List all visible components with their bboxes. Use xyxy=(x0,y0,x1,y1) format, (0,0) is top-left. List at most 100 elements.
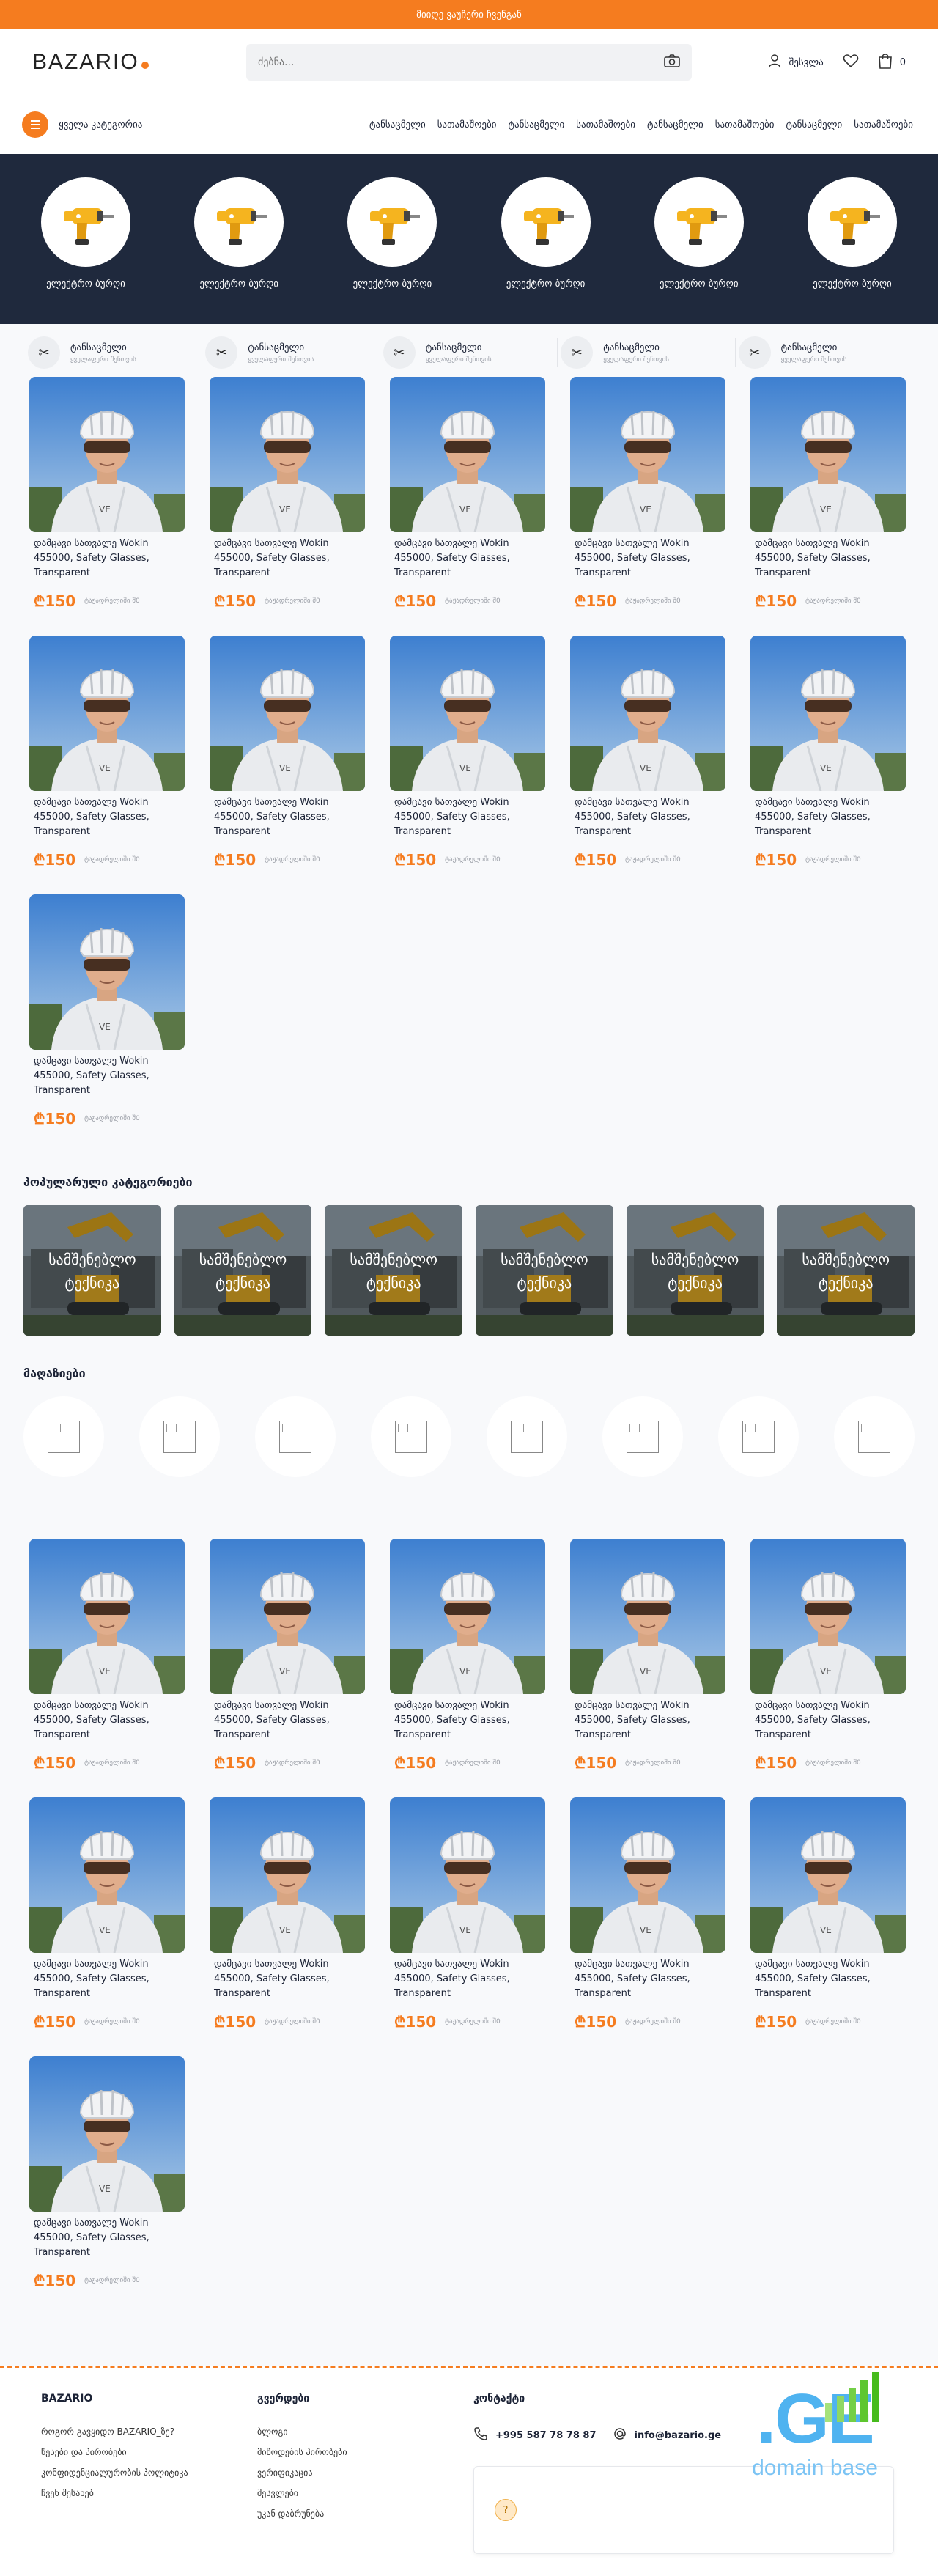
footer-link[interactable]: შესვლები xyxy=(257,2488,473,2498)
product-name[interactable]: დამცავი სათვალე Wokin 455000, Safety Gla… xyxy=(29,795,185,841)
product-card[interactable]: VE დამცავი სათვალე Wokin 455000, Safety G… xyxy=(570,377,725,636)
product-image[interactable]: VE xyxy=(210,636,365,791)
camera-icon[interactable] xyxy=(664,54,680,70)
product-card[interactable]: VE დამცავი სათვალე Wokin 455000, Safety G… xyxy=(750,1539,906,1797)
product-image[interactable]: VE xyxy=(570,1539,725,1694)
product-name[interactable]: დამცავი სათვალე Wokin 455000, Safety Gla… xyxy=(390,537,545,582)
phone-link[interactable]: +995 587 78 78 87 xyxy=(473,2426,597,2444)
product-image[interactable]: VE xyxy=(750,1797,906,1953)
product-image[interactable]: VE xyxy=(570,377,725,532)
hero-category-item[interactable]: ელექტრო ბურღი xyxy=(23,177,148,324)
product-card[interactable]: VE დამცავი სათვალე Wokin 455000, Safety G… xyxy=(29,2056,185,2315)
product-card[interactable]: VE დამცავი სათვალე Wokin 455000, Safety G… xyxy=(570,1797,725,2056)
domain-badge[interactable]: .GE domain base xyxy=(742,2372,888,2481)
product-name[interactable]: დამცავი სათვალე Wokin 455000, Safety Gla… xyxy=(750,795,906,841)
help-icon[interactable]: ? xyxy=(494,2499,517,2521)
product-card[interactable]: VE დამცავი სათვალე Wokin 455000, Safety G… xyxy=(750,1797,906,2056)
login-button[interactable]: შესვლა xyxy=(768,54,824,71)
feature-item[interactable]: ✂ ტანსაცმელი ყველაფერი შენთვის xyxy=(380,336,558,369)
feature-item[interactable]: ✂ ტანსაცმელი ყველაფერი შენთვის xyxy=(736,336,913,369)
footer-link[interactable]: ჩვენ შესახებ xyxy=(41,2488,257,2498)
category-link[interactable]: სათამაშოები xyxy=(576,119,635,130)
product-image[interactable]: VE xyxy=(29,377,185,532)
product-image[interactable]: VE xyxy=(390,1797,545,1953)
popular-category-card[interactable]: სამშენებლო ტექნიკა xyxy=(777,1205,915,1336)
hero-category-item[interactable]: ელექტრო ბურღი xyxy=(330,177,454,324)
product-image[interactable]: VE xyxy=(210,377,365,532)
product-name[interactable]: დამცავი სათვალე Wokin 455000, Safety Gla… xyxy=(390,1957,545,2003)
product-name[interactable]: დამცავი სათვალე Wokin 455000, Safety Gla… xyxy=(29,2216,185,2262)
footer-link[interactable]: ვერიფიკაცია xyxy=(257,2468,473,2478)
all-categories-button[interactable]: ყველა კატეგორია xyxy=(22,111,142,138)
product-name[interactable]: დამცავი სათვალე Wokin 455000, Safety Gla… xyxy=(570,1957,725,2003)
product-image[interactable]: VE xyxy=(750,636,906,791)
product-image[interactable]: VE xyxy=(29,2056,185,2212)
product-image[interactable]: VE xyxy=(29,894,185,1050)
popular-category-card[interactable]: სამშენებლო ტექნიკა xyxy=(23,1205,161,1336)
popular-category-card[interactable]: სამშენებლო ტექნიკა xyxy=(325,1205,463,1336)
product-image[interactable]: VE xyxy=(29,1539,185,1694)
product-card[interactable]: VE დამცავი სათვალე Wokin 455000, Safety G… xyxy=(210,1797,365,2056)
product-card[interactable]: VE დამცავი სათვალე Wokin 455000, Safety G… xyxy=(390,1539,545,1797)
store-logo[interactable] xyxy=(718,1396,799,1477)
product-name[interactable]: დამცავი სათვალე Wokin 455000, Safety Gla… xyxy=(570,1699,725,1744)
footer-link[interactable]: როგორ გავყიდო BAZARIO_ზე? xyxy=(41,2426,257,2437)
product-image[interactable]: VE xyxy=(29,636,185,791)
product-image[interactable]: VE xyxy=(29,1797,185,1953)
footer-link[interactable]: უკან დაბრუნება xyxy=(257,2509,473,2519)
product-card[interactable]: VE დამცავი სათვალე Wokin 455000, Safety G… xyxy=(750,636,906,894)
popular-category-card[interactable]: სამშენებლო ტექნიკა xyxy=(626,1205,764,1336)
feature-item[interactable]: ✂ ტანსაცმელი ყველაფერი შენთვის xyxy=(202,336,380,369)
product-name[interactable]: დამცავი სათვალე Wokin 455000, Safety Gla… xyxy=(750,537,906,582)
product-name[interactable]: დამცავი სათვალე Wokin 455000, Safety Gla… xyxy=(750,1957,906,2003)
store-logo[interactable] xyxy=(139,1396,220,1477)
product-card[interactable]: VE დამცავი სათვალე Wokin 455000, Safety G… xyxy=(570,1539,725,1797)
popular-category-card[interactable]: სამშენებლო ტექნიკა xyxy=(476,1205,613,1336)
footer-link[interactable]: კონფიდენციალურობის პოლიტიკა xyxy=(41,2468,257,2478)
category-link[interactable]: ტანსაცმელი xyxy=(647,119,704,130)
promo-topbar[interactable]: მიიღე ვაუჩერი ჩვენგან xyxy=(0,0,938,29)
product-image[interactable]: VE xyxy=(570,1797,725,1953)
product-image[interactable]: VE xyxy=(570,636,725,791)
product-name[interactable]: დამცავი სათვალე Wokin 455000, Safety Gla… xyxy=(390,1699,545,1744)
store-logo[interactable] xyxy=(834,1396,915,1477)
product-name[interactable]: დამცავი სათვალე Wokin 455000, Safety Gla… xyxy=(210,1957,365,2003)
product-card[interactable]: VE დამცავი სათვალე Wokin 455000, Safety G… xyxy=(29,1539,185,1797)
product-card[interactable]: VE დამცავი სათვალე Wokin 455000, Safety G… xyxy=(210,1539,365,1797)
store-logo[interactable] xyxy=(255,1396,336,1477)
store-logo[interactable] xyxy=(371,1396,451,1477)
product-image[interactable]: VE xyxy=(390,1539,545,1694)
product-name[interactable]: დამცავი სათვალე Wokin 455000, Safety Gla… xyxy=(29,1957,185,2003)
logo[interactable]: BAZARIO xyxy=(32,50,246,75)
product-name[interactable]: დამცავი სათვალე Wokin 455000, Safety Gla… xyxy=(210,795,365,841)
product-image[interactable]: VE xyxy=(210,1797,365,1953)
hero-category-item[interactable]: ელექტრო ბურღი xyxy=(484,177,608,324)
product-card[interactable]: VE დამცავი სათვალე Wokin 455000, Safety G… xyxy=(29,1797,185,2056)
category-link[interactable]: სათამაშოები xyxy=(715,119,775,130)
product-card[interactable]: VE დამცავი სათვალე Wokin 455000, Safety G… xyxy=(29,636,185,894)
product-image[interactable]: VE xyxy=(750,377,906,532)
hero-category-item[interactable]: ელექტრო ბურღი xyxy=(790,177,915,324)
product-image[interactable]: VE xyxy=(750,1539,906,1694)
category-link[interactable]: სათამაშოები xyxy=(854,119,913,130)
cart-button[interactable]: 0 xyxy=(878,53,906,72)
product-image[interactable]: VE xyxy=(210,1539,365,1694)
product-image[interactable]: VE xyxy=(390,636,545,791)
product-card[interactable]: VE დამცავი სათვალე Wokin 455000, Safety G… xyxy=(750,377,906,636)
product-name[interactable]: დამცავი სათვალე Wokin 455000, Safety Gla… xyxy=(29,1054,185,1100)
product-image[interactable]: VE xyxy=(390,377,545,532)
category-link[interactable]: ტანსაცმელი xyxy=(369,119,426,130)
footer-link[interactable]: მიწოდების პირობები xyxy=(257,2447,473,2457)
hero-category-item[interactable]: ელექტრო ბურღი xyxy=(177,177,301,324)
feature-item[interactable]: ✂ ტანსაცმელი ყველაფერი შენთვის xyxy=(25,336,203,369)
category-link[interactable]: ტანსაცმელი xyxy=(786,119,843,130)
heart-icon[interactable] xyxy=(843,54,859,71)
footer-link[interactable]: წესები და პირობები xyxy=(41,2447,257,2457)
email-link[interactable]: info@bazario.ge xyxy=(613,2426,721,2444)
product-card[interactable]: VE დამცავი სათვალე Wokin 455000, Safety G… xyxy=(210,377,365,636)
product-name[interactable]: დამცავი სათვალე Wokin 455000, Safety Gla… xyxy=(29,1699,185,1744)
product-name[interactable]: დამცავი სათვალე Wokin 455000, Safety Gla… xyxy=(29,537,185,582)
product-card[interactable]: VE დამცავი სათვალე Wokin 455000, Safety G… xyxy=(29,377,185,636)
product-card[interactable]: VE დამცავი სათვალე Wokin 455000, Safety G… xyxy=(390,636,545,894)
store-logo[interactable] xyxy=(487,1396,567,1477)
